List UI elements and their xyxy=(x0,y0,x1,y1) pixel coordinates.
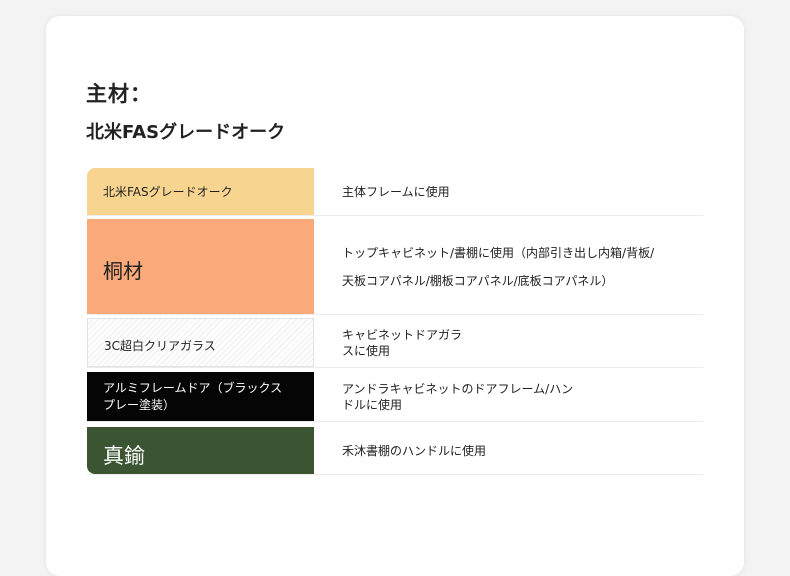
usage-text: アンドラキャビネットのドアフレーム/ハン xyxy=(342,381,574,396)
usage-text: スに使用 xyxy=(342,343,391,358)
material-swatch-paulownia: 桐材 xyxy=(87,219,314,314)
material-heading: 主材： xyxy=(86,82,152,106)
material-swatch-oak: 北米FASグレードオーク xyxy=(87,168,314,215)
material-swatch-aluminum: アルミフレームドア（ブラックスプレー塗装） xyxy=(87,372,314,421)
table-row: 真鍮 禾沐書棚のハンドルに使用 xyxy=(87,427,703,475)
usage-text: キャビネットドアガラ xyxy=(342,327,463,342)
usage-text: 主体フレームに使用 xyxy=(342,184,450,199)
table-row: 桐材 トップキャビネット/書棚に使用（内部引き出し内箱/背板/ 天板コアパネル/… xyxy=(87,219,703,315)
usage-text: 天板コアパネル/棚板コアパネル/底板コアパネル） xyxy=(342,273,614,288)
main-material-name: 北米FASグレードオーク xyxy=(86,122,286,143)
usage-text: 禾沐書棚のハンドルに使用 xyxy=(342,443,487,458)
usage-text: ドルに使用 xyxy=(342,397,403,412)
material-swatch-brass: 真鍮 xyxy=(87,427,314,474)
usage-description: 禾沐書棚のハンドルに使用 xyxy=(314,427,703,474)
usage-description: アンドラキャビネットのドアフレーム/ハン ドルに使用 xyxy=(314,372,703,421)
material-name: アルミフレームドア（ブラックスプレー塗装） xyxy=(103,380,283,412)
material-swatch-glass: 3C超白クリアガラス xyxy=(87,318,314,367)
usage-description: キャビネットドアガラ スに使用 xyxy=(314,318,703,367)
usage-text: トップキャビネット/書棚に使用（内部引き出し内箱/背板/ xyxy=(342,245,655,260)
usage-description: 主体フレームに使用 xyxy=(314,168,703,215)
table-row: 北米FASグレードオーク 主体フレームに使用 xyxy=(87,168,703,216)
usage-description: トップキャビネット/書棚に使用（内部引き出し内箱/背板/ 天板コアパネル/棚板コ… xyxy=(314,219,703,314)
material-table: 北米FASグレードオーク 主体フレームに使用 桐材 トップキャビネット/書棚に使… xyxy=(87,168,703,475)
table-row: 3C超白クリアガラス キャビネットドアガラ スに使用 xyxy=(87,318,703,368)
material-card: 主材： 北米FASグレードオーク 北米FASグレードオーク 主体フレームに使用 … xyxy=(46,16,744,576)
table-row: アルミフレームドア（ブラックスプレー塗装） アンドラキャビネットのドアフレーム/… xyxy=(87,372,703,422)
